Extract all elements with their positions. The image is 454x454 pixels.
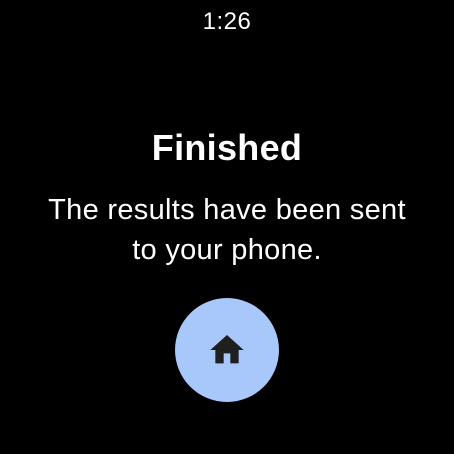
watch-screen: 1:26 Finished The results have been sent… — [0, 0, 454, 454]
home-icon — [210, 335, 244, 364]
page-title: Finished — [151, 127, 303, 168]
result-message: The results have been sent to your phone… — [48, 194, 406, 266]
status-time: 1:26 — [202, 8, 252, 35]
home-button[interactable] — [175, 298, 279, 402]
